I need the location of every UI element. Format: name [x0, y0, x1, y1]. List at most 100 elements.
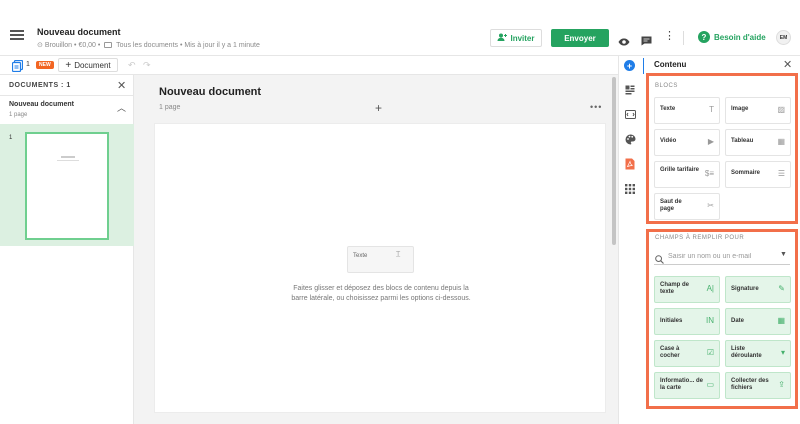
send-button[interactable]: Envoyer	[551, 29, 609, 47]
credit-card-icon: ▭	[706, 380, 714, 389]
video-play-icon: ▶	[707, 137, 714, 146]
variables-icon[interactable]	[624, 108, 636, 120]
divider	[0, 95, 134, 96]
help-link[interactable]: ? Besoin d'aide	[698, 31, 766, 43]
placeholder-text-block-label: Texte	[353, 253, 368, 259]
dropdown-icon: ▾	[780, 348, 785, 357]
block-saut-de-page[interactable]: Saut de page ✂	[654, 193, 720, 220]
upload-icon: ⇪	[778, 380, 785, 389]
header-divider	[683, 31, 684, 45]
block-image[interactable]: Image ▨	[725, 97, 791, 124]
invite-label: Inviter	[510, 33, 535, 43]
canvas-scrollbar[interactable]	[612, 77, 616, 245]
pdf-icon[interactable]	[624, 158, 636, 170]
block-label: Saut de page	[660, 199, 682, 212]
field-collecter-fichiers[interactable]: Collecter des fichiers ⇪	[725, 372, 791, 399]
canvas-document-title[interactable]: Nouveau document	[159, 86, 261, 98]
field-label: Signature	[731, 286, 759, 292]
undo-icon[interactable]: ↶	[128, 60, 136, 71]
field-label: Initiales	[660, 318, 683, 324]
chevron-down-icon[interactable]: ▼	[780, 251, 787, 258]
recipient-search-input[interactable]	[668, 250, 772, 262]
add-user-icon	[497, 33, 508, 43]
field-informations-carte[interactable]: Informatio... de la carte ▭	[654, 372, 720, 399]
pricing-table-icon: $≡	[704, 169, 714, 178]
preview-eye-icon[interactable]	[618, 33, 630, 51]
apps-grid-icon[interactable]	[624, 183, 636, 195]
block-label: Texte	[660, 106, 676, 112]
folder-icon	[104, 42, 113, 48]
field-label: Date	[731, 318, 745, 324]
text-format-icon: T	[709, 105, 714, 114]
content-panel-title: Contenu	[654, 60, 687, 69]
field-label: Liste déroulante	[731, 346, 762, 359]
chat-icon[interactable]	[641, 33, 652, 51]
text-field-icon: A|	[706, 284, 714, 293]
new-badge: NEW	[36, 61, 54, 69]
initials-icon: IN	[706, 316, 714, 325]
add-document-label: Document	[74, 60, 111, 70]
add-document-button[interactable]: + Document	[58, 58, 118, 72]
document-meta: ⊙ Brouillon • €0,00 • Tous les documents…	[37, 42, 260, 49]
page-thumbnail-number: 1	[9, 135, 13, 141]
app-window: Nouveau document ⊙ Brouillon • €0,00 • T…	[0, 0, 800, 424]
invite-button[interactable]: Inviter	[490, 29, 542, 47]
table-icon: ▦	[777, 137, 785, 146]
updated-label: Mis à jour il y a 1 minute	[184, 42, 260, 49]
close-icon[interactable]: ✕	[117, 79, 126, 92]
block-sommaire[interactable]: Sommaire ☰	[725, 161, 791, 188]
thumbnail-text-line	[57, 160, 79, 161]
chevron-up-icon[interactable]: ︿	[117, 101, 126, 114]
palette-icon[interactable]	[624, 133, 636, 145]
field-label: Collecter des fichiers	[731, 378, 769, 391]
drop-hint-text: Faites glisser et déposez des blocs de c…	[291, 285, 471, 302]
fields-section-label: CHAMPS À REMPLIR POUR	[655, 235, 745, 241]
document-item-pages: 1 page	[9, 112, 28, 118]
scissors-icon: ✂	[707, 201, 714, 210]
thumbnail-title-line	[61, 156, 75, 158]
image-icon: ▨	[777, 105, 785, 114]
field-label: Case à cocher	[660, 346, 680, 359]
layout-icon[interactable]	[624, 84, 636, 96]
field-label: Informatio... de la carte	[660, 378, 704, 391]
checkbox-icon: ☑	[706, 348, 714, 357]
more-options-icon[interactable]: ⋮	[664, 31, 675, 42]
documents-panel-title: DOCUMENTS : 1	[9, 82, 71, 89]
search-icon	[655, 251, 664, 264]
draft-icon: ⊙	[37, 42, 43, 49]
more-horizontal-icon[interactable]: •••	[590, 102, 602, 112]
redo-icon[interactable]: ↷	[143, 60, 151, 71]
blocks-section-label: BLOCS	[655, 83, 678, 89]
field-champ-de-texte[interactable]: Champ de texte A|	[654, 276, 720, 303]
text-format-icon: T̲	[396, 251, 401, 258]
block-tableau[interactable]: Tableau ▦	[725, 129, 791, 156]
add-page-icon[interactable]: +	[375, 101, 382, 115]
documents-icon[interactable]	[11, 59, 24, 73]
table-of-contents-icon: ☰	[777, 169, 785, 178]
block-texte[interactable]: Texte T	[654, 97, 720, 124]
block-label: Tableau	[731, 138, 754, 144]
field-liste-deroulante[interactable]: Liste déroulante ▾	[725, 340, 791, 367]
document-item-name[interactable]: Nouveau document	[9, 101, 74, 108]
document-title[interactable]: Nouveau document	[37, 27, 121, 37]
block-grille-tarifaire[interactable]: Grille tarifaire $≡	[654, 161, 720, 188]
block-video[interactable]: Vidéo ▶	[654, 129, 720, 156]
price-label: €0,00	[78, 42, 96, 49]
close-icon[interactable]: ✕	[783, 58, 792, 71]
calendar-icon: ▦	[777, 316, 785, 325]
block-label: Image	[731, 106, 749, 112]
canvas-page-count: 1 page	[159, 104, 181, 111]
hamburger-menu-icon[interactable]	[10, 30, 24, 40]
block-label: Grille tarifaire	[660, 167, 700, 173]
page-thumbnail[interactable]	[25, 132, 109, 240]
field-initiales[interactable]: Initiales IN	[654, 308, 720, 335]
block-label: Sommaire	[731, 170, 761, 176]
field-date[interactable]: Date ▦	[725, 308, 791, 335]
field-signature[interactable]: Signature ✎	[725, 276, 791, 303]
add-content-icon[interactable]: +	[624, 60, 635, 71]
field-case-a-cocher[interactable]: Case à cocher ☑	[654, 340, 720, 367]
folder-link[interactable]: Tous les documents	[116, 42, 178, 49]
placeholder-text-block[interactable]	[347, 246, 414, 273]
user-avatar[interactable]: EM	[776, 30, 791, 45]
signature-pen-icon: ✎	[778, 284, 785, 293]
